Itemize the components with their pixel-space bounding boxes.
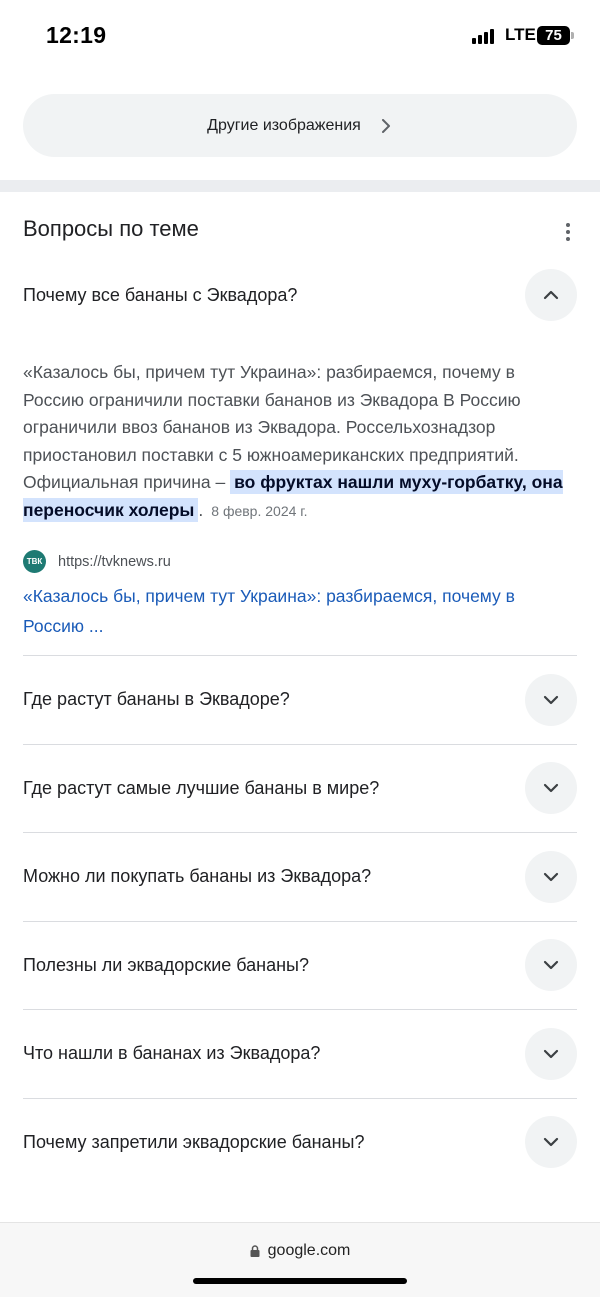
chevron-up-icon (543, 290, 559, 300)
signal-icon (472, 28, 496, 44)
question-text: Почему запретили эквадорские бананы? (23, 1131, 365, 1152)
home-indicator[interactable] (193, 1278, 407, 1284)
network-label: LTE (505, 25, 536, 44)
source-row[interactable]: ТВК https://tvknews.ru (23, 550, 171, 573)
browser-address-bar[interactable]: google.com (0, 1222, 600, 1297)
lock-icon (250, 1245, 260, 1257)
section-divider (0, 180, 600, 192)
answer-date: 8 февр. 2024 г. (211, 502, 308, 519)
battery-icon: 75 (537, 26, 570, 45)
more-images-label: Другие изображения (207, 116, 361, 134)
source-url: https://tvknews.ru (58, 553, 171, 570)
question-item[interactable]: Что нашли в бананах из Эквадора? (23, 1009, 577, 1098)
question-text: Где растут самые лучшие бананы в мире? (23, 777, 380, 798)
chevron-down-icon (543, 872, 559, 881)
question-text: Полезны ли эквадорские бананы? (23, 954, 310, 975)
question-expanded[interactable]: Почему все бананы с Эквадора? (23, 268, 577, 322)
questions-list: Где растут бананы в Эквадоре? Где растут … (23, 655, 577, 1186)
url-text: google.com (267, 1242, 351, 1259)
chevron-down-icon (543, 784, 559, 793)
status-time: 12:19 (46, 22, 107, 48)
url-display[interactable]: google.com (0, 1242, 600, 1260)
chevron-down-icon (543, 1138, 559, 1147)
status-bar: 12:19 LTE 75 (0, 0, 600, 72)
expand-button[interactable] (525, 1027, 577, 1080)
question-text: Что нашли в бананах из Эквадора? (23, 1043, 321, 1064)
source-favicon: ТВК (23, 550, 46, 573)
question-item[interactable]: Можно ли покупать бананы из Эквадора? (23, 832, 577, 921)
question-item[interactable]: Почему запретили эквадорские бананы? (23, 1097, 577, 1187)
collapse-button[interactable] (525, 269, 577, 321)
question-item[interactable]: Где растут бананы в Эквадоре? (23, 655, 577, 744)
expand-button[interactable] (525, 1116, 577, 1169)
question-text: Почему все бананы с Эквадора? (23, 284, 298, 305)
question-item[interactable]: Полезны ли эквадорские бананы? (23, 920, 577, 1010)
chevron-down-icon (543, 1049, 559, 1058)
answer-snippet: «Казалось бы, причем тут Украина»: разби… (23, 359, 577, 525)
expand-button[interactable] (525, 939, 577, 992)
chevron-down-icon (543, 961, 559, 970)
source-title-link[interactable]: «Казалось бы, причем тут Украина»: разби… (23, 581, 577, 641)
question-text: Где растут бананы в Эквадоре? (23, 689, 290, 710)
chevron-right-icon (381, 118, 390, 133)
expand-button[interactable] (525, 762, 577, 815)
chevron-down-icon (543, 695, 559, 704)
more-options-icon[interactable] (560, 220, 576, 244)
question-item[interactable]: Где растут самые лучшие бананы в мире? (23, 743, 577, 833)
answer-end: . (198, 499, 204, 520)
related-questions-title: Вопросы по теме (23, 216, 199, 241)
question-text: Можно ли покупать бананы из Эквадора? (23, 866, 372, 887)
more-images-button[interactable]: Другие изображения (23, 94, 577, 157)
expand-button[interactable] (525, 850, 577, 903)
expand-button[interactable] (525, 673, 577, 726)
battery-tip (571, 32, 574, 39)
